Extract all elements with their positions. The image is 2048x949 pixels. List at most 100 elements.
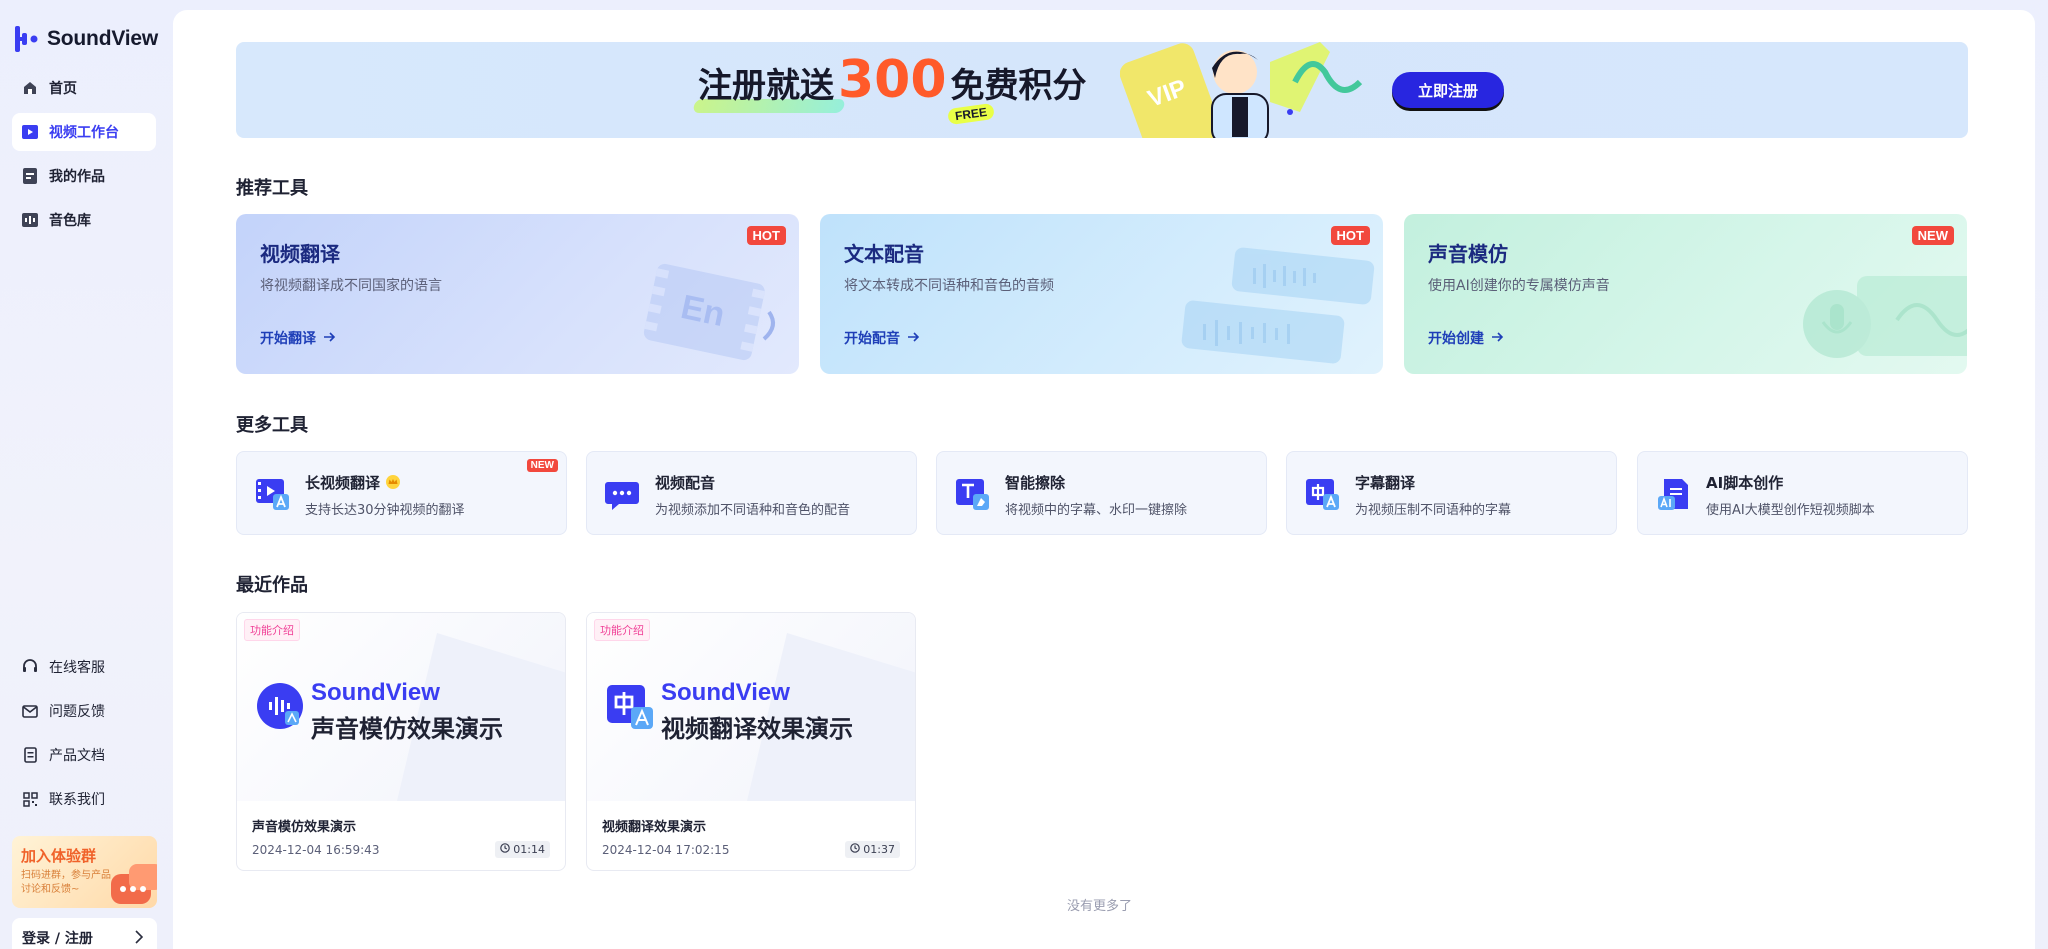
- new-badge: NEW: [1911, 226, 1954, 245]
- thumbnail-brand: SoundView: [311, 679, 440, 706]
- works-icon: [21, 167, 39, 185]
- work-thumbnail: 功能介绍 SoundView 视频翻译效果演示: [587, 613, 915, 801]
- sidebar-item-home[interactable]: 首页: [12, 69, 156, 107]
- app-name: SoundView: [47, 27, 158, 50]
- long-video-translate-tool[interactable]: 长视频翻译 支持长达30分钟视频的翻译 NEW: [236, 451, 567, 535]
- smart-erase-icon: [955, 476, 991, 512]
- recent-works-title: 最近作品: [236, 575, 308, 596]
- tool-desc: 支持长达30分钟视频的翻译: [305, 503, 465, 518]
- sidebar-item-docs[interactable]: 产品文档: [12, 736, 156, 774]
- vip-illustration: VIP: [1119, 42, 1400, 138]
- thumbnail-subtitle: 视频翻译效果演示: [661, 715, 853, 743]
- ai-script-tool[interactable]: AI脚本创作 使用AI大模型创作短视频脚本: [1637, 451, 1968, 535]
- banner-text-after: 免费积分: [950, 66, 1087, 106]
- join-group-card[interactable]: 加入体验群 扫码进群，参与产品讨论和反馈~: [12, 836, 157, 908]
- sidebar-item-label: 音色库: [49, 213, 91, 229]
- voice-library-icon: [21, 211, 39, 229]
- new-badge: NEW: [526, 459, 558, 472]
- work-name: 视频翻译效果演示: [602, 820, 707, 835]
- recommended-tools-title: 推荐工具: [236, 178, 308, 199]
- sidebar-item-label: 问题反馈: [49, 704, 105, 720]
- audio-wave-deco-icon: [1163, 240, 1383, 374]
- login-label: 登录 / 注册: [22, 931, 93, 947]
- sidebar-item-contact[interactable]: 联系我们: [12, 780, 156, 818]
- sidebar-item-online-support[interactable]: 在线客服: [12, 648, 156, 686]
- hot-badge: HOT: [1330, 226, 1370, 245]
- clock-icon: [500, 843, 511, 856]
- start-translate-link[interactable]: 开始翻译: [260, 328, 336, 348]
- tool-desc: 使用AI大模型创作短视频脚本: [1706, 503, 1875, 518]
- no-more-text: 没有更多了: [1067, 899, 1133, 914]
- more-tools-title: 更多工具: [236, 415, 308, 436]
- arrow-right-icon: [324, 330, 336, 346]
- sidebar-item-label: 首页: [49, 81, 77, 97]
- start-dubbing-link[interactable]: 开始配音: [844, 328, 920, 348]
- thumbnail-brand: SoundView: [661, 679, 790, 706]
- smart-erase-tool[interactable]: 智能擦除 将视频中的字幕、水印一键擦除: [936, 451, 1267, 535]
- sidebar-item-voice-library[interactable]: 音色库: [12, 201, 156, 239]
- sidebar-item-video-workbench[interactable]: 视频工作台: [12, 113, 156, 151]
- duration-badge: 01:37: [845, 841, 900, 858]
- banner-headline: 注册就送 300 免费积分: [698, 54, 1087, 107]
- subtitle-translate-tool[interactable]: 字幕翻译 为视频压制不同语种的字幕: [1286, 451, 1617, 535]
- sidebar-item-my-works[interactable]: 我的作品: [12, 157, 156, 195]
- tool-desc: 为视频添加不同语种和音色的配音: [655, 503, 851, 518]
- app-logo[interactable]: SoundView: [15, 24, 158, 54]
- chat-bubble-icon: [103, 860, 157, 908]
- video-translate-card[interactable]: En 视频翻译 将视频翻译成不同国家的语言 开始翻译 HOT: [236, 214, 799, 374]
- banner-number: 300: [838, 50, 947, 110]
- register-promo-banner[interactable]: 注册就送 300 免费积分 FREE VIP 立即注册: [236, 42, 1968, 138]
- work-card-video-translate-demo[interactable]: 功能介绍 SoundView 视频翻译效果演示 视频翻译效果演示 2024-12…: [586, 612, 916, 871]
- join-desc: 扫码进群，参与产品讨论和反馈~: [21, 870, 111, 895]
- bottom-nav: 在线客服 问题反馈 产品文档 联系我们: [12, 648, 156, 824]
- qrcode-icon: [21, 790, 39, 808]
- sidebar-item-label: 我的作品: [49, 169, 105, 185]
- video-dubbing-icon: [605, 476, 641, 512]
- tool-desc: 为视频压制不同语种的字幕: [1355, 503, 1512, 518]
- card-link-label: 开始创建: [1428, 331, 1484, 347]
- long-video-translate-icon: [255, 476, 291, 512]
- hot-badge: HOT: [746, 226, 786, 245]
- arrow-right-icon: [908, 330, 920, 346]
- voice-clone-card[interactable]: 声音模仿 使用AI创建你的专属模仿声音 开始创建 NEW: [1404, 214, 1967, 374]
- work-card-voice-clone-demo[interactable]: 功能介绍 SoundView 声音模仿效果演示 声音模仿效果演示 2024-12…: [236, 612, 566, 871]
- tool-title: AI脚本创作: [1706, 474, 1784, 492]
- ai-script-icon: [1656, 476, 1692, 512]
- sidebar-item-label: 产品文档: [49, 748, 105, 764]
- work-date: 2024-12-04 16:59:43: [252, 843, 380, 857]
- tool-title: 视频配音: [655, 474, 716, 492]
- tool-desc: 将视频中的字幕、水印一键擦除: [1005, 503, 1188, 518]
- start-create-link[interactable]: 开始创建: [1428, 328, 1504, 348]
- main-nav: 首页 视频工作台 我的作品 音色库: [12, 69, 156, 245]
- sidebar-item-label: 联系我们: [49, 792, 105, 808]
- video-dubbing-tool[interactable]: 视频配音 为视频添加不同语种和音色的配音: [586, 451, 917, 535]
- text-dubbing-card[interactable]: 文本配音 将文本转成不同语种和音色的音频 开始配音 HOT: [820, 214, 1383, 374]
- work-date: 2024-12-04 17:02:15: [602, 843, 730, 857]
- soundview-logo-icon: [15, 24, 41, 54]
- video-icon: [21, 123, 39, 141]
- chevron-right-icon: [135, 930, 144, 948]
- arrow-right-icon: [1492, 330, 1504, 346]
- work-name: 声音模仿效果演示: [252, 820, 357, 835]
- document-icon: [21, 746, 39, 764]
- home-icon: [21, 79, 39, 97]
- feature-intro-tag: 功能介绍: [244, 619, 300, 641]
- headset-icon: [21, 658, 39, 676]
- register-now-button[interactable]: 立即注册: [1392, 72, 1504, 108]
- feature-intro-tag: 功能介绍: [594, 619, 650, 641]
- sidebar-item-label: 视频工作台: [49, 125, 119, 141]
- subtitle-translate-icon: [1305, 476, 1341, 512]
- microphone-deco-icon: [1797, 240, 1967, 374]
- video-translate-logo-icon: [607, 683, 653, 729]
- video-translate-deco-icon: En: [629, 254, 799, 374]
- card-link-label: 开始翻译: [260, 331, 316, 347]
- duration-badge: 01:14: [495, 841, 550, 858]
- clock-icon: [850, 843, 861, 856]
- banner-text-before: 注册就送: [698, 66, 834, 106]
- card-link-label: 开始配音: [844, 331, 900, 347]
- login-register-button[interactable]: 登录 / 注册: [12, 918, 157, 949]
- tool-title: 字幕翻译: [1355, 474, 1416, 492]
- sidebar-item-label: 在线客服: [49, 660, 105, 676]
- sidebar: SoundView 首页 视频工作台 我的作品 音色库 在线客服 问题反馈 产品…: [0, 0, 170, 949]
- sidebar-item-feedback[interactable]: 问题反馈: [12, 692, 156, 730]
